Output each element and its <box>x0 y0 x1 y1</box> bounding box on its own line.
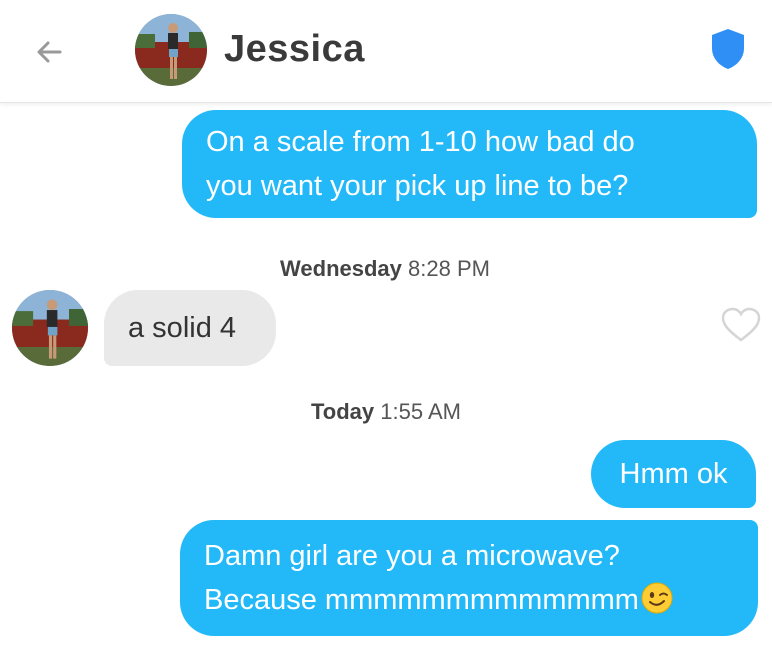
timestamp-day: Today <box>311 399 375 424</box>
message-bubble-received[interactable]: a solid 4 <box>104 290 276 366</box>
message-text: On a scale from 1-10 how bad do you want… <box>206 126 635 202</box>
message-bubble-sent[interactable]: Damn girl are you a microwave? Because m… <box>180 520 758 636</box>
message-bubble-sent[interactable]: Hmm ok <box>591 440 756 508</box>
timestamp-time: 1:55 AM <box>380 399 461 424</box>
timestamp: Today 1:55 AM <box>0 399 772 425</box>
avatar[interactable] <box>135 14 207 86</box>
heart-icon[interactable] <box>721 307 761 343</box>
back-arrow-icon[interactable] <box>30 32 70 72</box>
message-text: Damn girl are you a microwave? Because m… <box>204 540 639 616</box>
shield-icon[interactable] <box>710 28 746 70</box>
timestamp: Wednesday 8:28 PM <box>0 256 770 282</box>
timestamp-time: 8:28 PM <box>408 256 490 281</box>
message-bubble-sent[interactable]: On a scale from 1-10 how bad do you want… <box>182 110 757 218</box>
message-text: Hmm ok <box>619 458 728 490</box>
contact-name[interactable]: Jessica <box>224 28 365 71</box>
message-text: a solid 4 <box>128 312 237 344</box>
timestamp-day: Wednesday <box>280 256 402 281</box>
winking-face-icon <box>641 582 673 614</box>
chat-header: Jessica <box>0 0 772 103</box>
sender-avatar[interactable] <box>12 290 88 366</box>
